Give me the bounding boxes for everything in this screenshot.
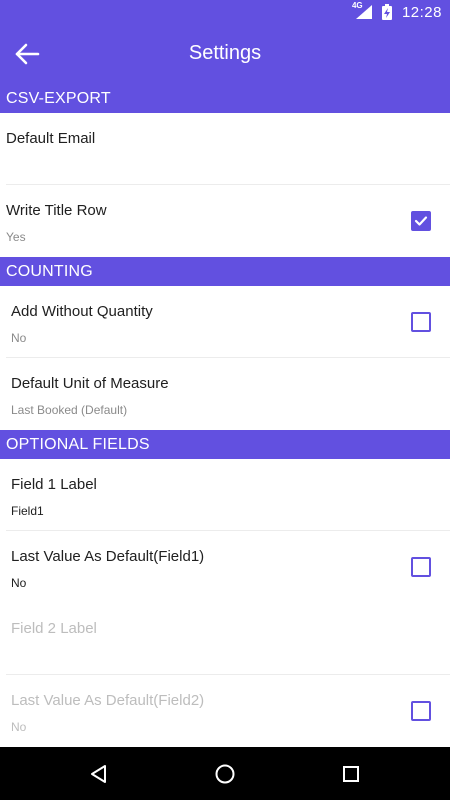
pref-summary: No xyxy=(11,331,27,345)
pref-summary: Last Booked (Default) xyxy=(11,403,128,417)
section-header-csv-export: CSV-EXPORT xyxy=(0,84,450,113)
pref-title: Add Without Quantity xyxy=(11,303,153,320)
system-nav-bar xyxy=(0,747,450,800)
pref-field1-last-value-default[interactable]: Last Value As Default(Field1) No xyxy=(0,531,450,603)
status-bar: 4G 12:28 xyxy=(0,0,450,24)
pref-title: Field 1 Label xyxy=(11,476,97,493)
back-triangle-icon xyxy=(91,765,106,783)
nav-back-button[interactable] xyxy=(85,760,113,788)
write-title-row-checkbox[interactable] xyxy=(411,211,431,231)
pref-title: Default Unit of Measure xyxy=(11,375,169,392)
pref-title: Default Email xyxy=(6,130,96,147)
pref-summary: No xyxy=(11,576,27,590)
home-circle-icon xyxy=(215,764,235,784)
pref-field2-last-value-default: Last Value As Default(Field2) No xyxy=(0,675,450,747)
pref-summary: Field1 xyxy=(11,504,44,518)
signal-indicator: 4G xyxy=(352,1,374,21)
signal-icon xyxy=(355,5,372,19)
pref-write-title-row[interactable]: Write Title Row Yes xyxy=(0,185,450,257)
pref-title: Last Value As Default(Field1) xyxy=(11,548,205,565)
pref-field2-label: Field 2 Label xyxy=(0,603,450,675)
field2-last-value-default-checkbox[interactable] xyxy=(411,701,431,721)
battery-charging-icon xyxy=(381,4,392,20)
pref-title: Last Value As Default(Field2) xyxy=(11,692,205,709)
pref-add-without-quantity[interactable]: Add Without Quantity No xyxy=(0,286,450,358)
add-without-quantity-checkbox[interactable] xyxy=(411,312,431,332)
pref-summary: No xyxy=(11,720,27,734)
page-title: Settings xyxy=(188,42,262,64)
status-icons: 4G 12:28 xyxy=(352,1,442,21)
app-bar: Settings xyxy=(0,24,450,84)
nav-home-button[interactable] xyxy=(211,760,239,788)
pref-default-unit-of-measure[interactable]: Default Unit of Measure Last Booked (Def… xyxy=(0,358,450,430)
pref-title: Field 2 Label xyxy=(11,620,97,637)
clock: 12:28 xyxy=(401,3,442,21)
pref-field1-label[interactable]: Field 1 Label Field1 xyxy=(0,459,450,531)
pref-title: Write Title Row xyxy=(6,202,107,219)
pref-default-email[interactable]: Default Email xyxy=(0,113,450,185)
check-icon xyxy=(414,216,428,226)
recents-square-icon xyxy=(343,766,359,782)
field1-last-value-default-checkbox[interactable] xyxy=(411,557,431,577)
section-header-counting: COUNTING xyxy=(0,257,450,286)
nav-recents-button[interactable] xyxy=(337,760,365,788)
settings-list[interactable]: CSV-EXPORT Default Email Write Title Row… xyxy=(0,84,450,747)
pref-summary: Yes xyxy=(6,230,26,244)
section-header-optional-fields: OPTIONAL FIELDS xyxy=(0,430,450,459)
